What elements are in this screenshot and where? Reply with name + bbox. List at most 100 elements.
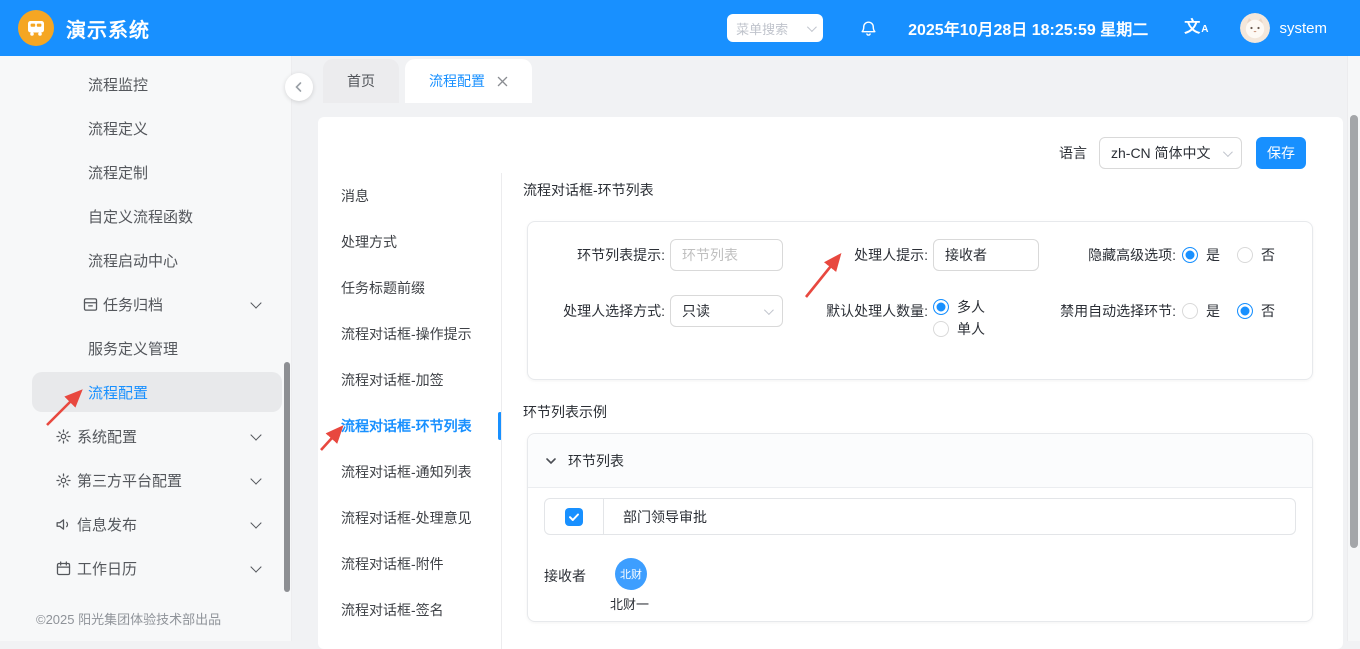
sidebar-item-task-archive[interactable]: 任务归档	[0, 282, 291, 326]
submenu-item-dialog-countersign[interactable]: 流程对话框-加签	[318, 357, 501, 403]
page-toolbar: 语言 zh-CN 简体中文 保存	[1059, 137, 1306, 169]
archive-icon	[82, 296, 99, 313]
task-checkbox[interactable]	[565, 507, 583, 526]
chevron-down-icon	[250, 517, 262, 529]
sidebar-item-process-monitor[interactable]: 流程监控	[0, 62, 291, 106]
chevron-down-icon	[250, 561, 262, 573]
node-list-panel-header[interactable]: 环节列表	[528, 434, 1312, 488]
main-scrollbar[interactable]	[1350, 115, 1358, 548]
app-header: 演示系统 菜单搜索 2025年10月28日 18:25:59 星期二 文 A s…	[0, 0, 1360, 56]
disable-auto-select-radio-group: 是 否	[1182, 295, 1275, 327]
gear-icon	[55, 472, 72, 489]
notification-bell-icon[interactable]	[859, 19, 878, 38]
config-submenu: 消息 处理方式 任务标题前缀 流程对话框-操作提示 流程对话框-加签 流程对话框…	[318, 173, 502, 649]
disable-auto-select-label: 禁用自动选择环节:	[1060, 303, 1176, 319]
username-label[interactable]: system	[1279, 20, 1327, 37]
main-sidebar: 流程监控 流程定义 流程定制 自定义流程函数 流程启动中心 任务归档 服务定义管…	[0, 56, 292, 641]
chevron-down-icon	[763, 304, 774, 315]
tab-process-config[interactable]: 流程配置	[405, 59, 532, 103]
handler-hint-input[interactable]	[933, 239, 1039, 271]
radio-icon	[1237, 303, 1253, 319]
gear-icon	[55, 428, 72, 445]
sidebar-item-service-definition[interactable]: 服务定义管理	[0, 326, 291, 370]
sidebar-scrollbar[interactable]	[284, 362, 290, 592]
page-card: 语言 zh-CN 简体中文 保存 消息 处理方式 任务标题前缀 流程对话框-操作…	[318, 117, 1343, 649]
chevron-down-icon	[807, 21, 817, 32]
sidebar-item-process-config[interactable]: 流程配置	[0, 370, 291, 414]
chevron-down-icon	[250, 473, 262, 485]
handler-hint-label: 处理人提示:	[854, 247, 928, 263]
submenu-item-dialog-attachment[interactable]: 流程对话框-附件	[318, 541, 501, 587]
handler-select-mode-label: 处理人选择方式:	[563, 303, 665, 319]
cat-avatar-icon	[1240, 13, 1271, 43]
app-title: 演示系统	[66, 19, 150, 42]
user-avatar[interactable]	[1240, 13, 1271, 43]
node-list-example-card: 环节列表 部门领导审批 接收者 北财 北财一	[527, 433, 1313, 622]
task-row: 部门领导审批	[544, 498, 1296, 535]
speaker-icon	[55, 516, 72, 533]
radio-icon	[933, 299, 949, 315]
chevron-down-icon	[546, 457, 556, 464]
submenu-item-task-title-prefix[interactable]: 任务标题前缀	[318, 265, 501, 311]
panel-title: 环节列表	[568, 452, 624, 469]
radio-icon	[1182, 303, 1198, 319]
chevron-left-icon	[295, 82, 302, 92]
radio-icon	[933, 321, 949, 337]
check-icon	[569, 513, 579, 521]
radio-option-multi[interactable]: 多人	[933, 299, 985, 315]
language-switch-icon[interactable]: 文 A	[1184, 20, 1208, 36]
submenu-item-dialog-notify-list[interactable]: 流程对话框-通知列表	[318, 449, 501, 495]
submenu-item-dialog-opinion[interactable]: 流程对话框-处理意见	[318, 495, 501, 541]
default-handler-count-label: 默认处理人数量:	[826, 303, 928, 319]
example-section-title: 环节列表示例	[523, 404, 607, 420]
sidebar-item-process-start-center[interactable]: 流程启动中心	[0, 238, 291, 282]
hide-advanced-radio-group: 是 否	[1182, 239, 1275, 271]
radio-option-single[interactable]: 单人	[933, 321, 985, 337]
language-select[interactable]: zh-CN 简体中文	[1099, 137, 1242, 169]
main-area: 首页 流程配置 语言 zh-CN 简体中文 保存 消息 处理方式 任务标题前缀	[285, 56, 1360, 649]
default-handler-count-radio-group: 多人 单人	[933, 299, 985, 337]
close-icon[interactable]	[497, 76, 508, 87]
menu-search-placeholder: 菜单搜索	[736, 21, 789, 37]
submenu-item-handle-mode[interactable]: 处理方式	[318, 219, 501, 265]
receiver-name: 北财一	[610, 597, 650, 612]
sidebar-item-work-calendar[interactable]: 工作日历	[0, 546, 291, 590]
config-content: 流程对话框-环节列表 环节列表提示: 处理人提示: 隐藏高级选项: 是 否	[501, 173, 1313, 649]
submenu-item-dialog-node-list[interactable]: 流程对话框-环节列表	[318, 403, 502, 449]
language-label: 语言	[1059, 145, 1087, 161]
copyright-footer: ©2025 阳光集团体验技术部出品	[36, 612, 222, 627]
save-button[interactable]: 保存	[1256, 137, 1306, 169]
app-logo	[18, 10, 54, 46]
task-label: 部门领导审批	[623, 508, 707, 525]
radio-option-no[interactable]: 否	[1237, 301, 1275, 321]
chevron-down-icon	[250, 429, 262, 441]
chevron-down-icon	[250, 297, 262, 309]
sidebar-item-process-definition[interactable]: 流程定义	[0, 106, 291, 150]
radio-icon	[1182, 247, 1198, 263]
chevron-down-icon	[1222, 146, 1233, 157]
node-list-hint-input[interactable]	[670, 239, 783, 271]
sidebar-item-info-publish[interactable]: 信息发布	[0, 502, 291, 546]
menu-search-select[interactable]: 菜单搜索	[727, 14, 824, 42]
datetime-display: 2025年10月28日 18:25:59 星期二	[908, 22, 1149, 39]
sidebar-collapse-button[interactable]	[285, 73, 313, 101]
sidebar-item-custom-process-function[interactable]: 自定义流程函数	[0, 194, 291, 238]
car-icon	[25, 17, 47, 39]
task-checkbox-cell	[545, 499, 604, 534]
calendar-icon	[55, 560, 72, 577]
section-title: 流程对话框-环节列表	[523, 182, 654, 198]
handler-select-mode-select[interactable]: 只读	[670, 295, 783, 327]
tab-home[interactable]: 首页	[323, 59, 399, 103]
radio-option-yes[interactable]: 是	[1182, 245, 1220, 265]
submenu-item-dialog-signature[interactable]: 流程对话框-签名	[318, 587, 501, 633]
submenu-item-dialog-operation-tip[interactable]: 流程对话框-操作提示	[318, 311, 501, 357]
sidebar-item-process-customize[interactable]: 流程定制	[0, 150, 291, 194]
submenu-item-message[interactable]: 消息	[318, 173, 501, 219]
node-list-form-card: 环节列表提示: 处理人提示: 隐藏高级选项: 是 否 处理人选择方式:	[527, 221, 1313, 380]
radio-option-yes[interactable]: 是	[1182, 301, 1220, 321]
sidebar-item-system-config[interactable]: 系统配置	[0, 414, 291, 458]
sidebar-item-thirdparty-config[interactable]: 第三方平台配置	[0, 458, 291, 502]
radio-option-no[interactable]: 否	[1237, 245, 1275, 265]
node-list-hint-label: 环节列表提示:	[577, 247, 665, 263]
receiver-avatar[interactable]: 北财	[615, 558, 647, 590]
